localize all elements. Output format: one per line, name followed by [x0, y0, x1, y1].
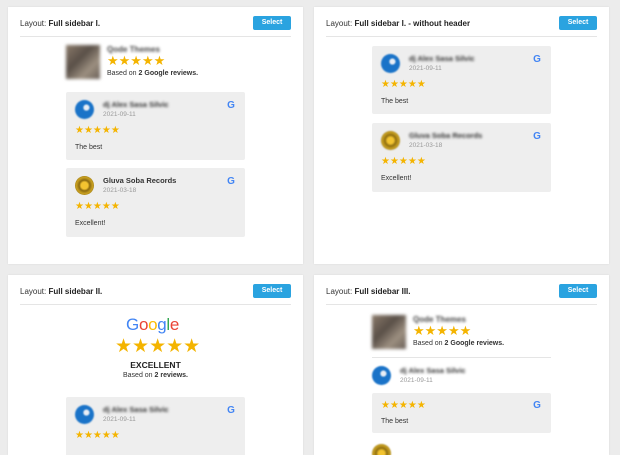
divider: [20, 36, 291, 37]
reviewer-avatar: [75, 176, 94, 195]
review-stars: ★★★★★: [381, 156, 426, 167]
reviewer-name: Gluva Soba Records: [409, 131, 483, 140]
select-button[interactable]: Select: [253, 16, 291, 30]
summary-stars: ★★★★★: [107, 53, 166, 68]
reviewer-avatar: [75, 100, 94, 119]
business-summary: Qode Themes ★★★★★ Based on 2 Google revi…: [372, 315, 572, 351]
layout-panel-full-sidebar-2: Layout: Full sidebar II. Select Google ★…: [8, 275, 303, 455]
business-photo: [372, 315, 406, 349]
review-stars: ★★★★★: [75, 430, 120, 441]
reviewer-avatar: [75, 405, 94, 424]
review-card: dj Alex Sasa Silvic 2021-09-11 G ★★★★★: [66, 397, 245, 455]
review-stars: ★★★★★: [75, 201, 120, 212]
divider: [372, 357, 551, 358]
rating-stars: ★★★★★: [115, 336, 201, 357]
business-summary: Qode Themes ★★★★★ Based on 2 Google revi…: [66, 45, 266, 81]
summary-stars: ★★★★★: [413, 323, 472, 338]
layout-panel-full-sidebar-1-no-header: Layout: Full sidebar I. - without header…: [314, 7, 609, 264]
layout-prefix: Layout:: [326, 19, 353, 28]
review-text: The best: [381, 98, 409, 105]
reviewer-row: [372, 441, 551, 455]
reviewer-avatar: [372, 444, 391, 455]
review-text: The best: [381, 418, 409, 425]
layout-label: Layout: Full sidebar I.: [20, 16, 291, 36]
review-stars: ★★★★★: [381, 79, 426, 90]
google-g-icon: G: [533, 131, 541, 142]
review-date: 2021-03-18: [409, 142, 443, 149]
google-g-icon: G: [533, 400, 541, 411]
layout-panel-full-sidebar-1: Layout: Full sidebar I. Select Qode Them…: [8, 7, 303, 264]
review-text: The best: [75, 144, 103, 151]
select-button[interactable]: Select: [559, 284, 597, 298]
select-button[interactable]: Select: [253, 284, 291, 298]
divider: [20, 304, 291, 305]
reviewer-name: Gluva Soba Records: [103, 176, 177, 185]
review-card: dj Alex Sasa Silvic 2021-09-11 G ★★★★★ T…: [372, 46, 551, 114]
business-photo: [66, 45, 100, 79]
layout-name: Full sidebar I. - without header: [354, 19, 471, 28]
layout-name: Full sidebar I.: [48, 19, 101, 28]
layout-label: Layout: Full sidebar I. - without header: [326, 16, 597, 36]
google-logo: Google: [126, 315, 179, 335]
reviewer-name: dj Alex Sasa Silvic: [103, 100, 169, 109]
review-card: G ★★★★★ The best: [372, 393, 551, 433]
rating-word: EXCELLENT: [130, 360, 181, 370]
review-card: dj Alex Sasa Silvic 2021-09-11 G ★★★★★ T…: [66, 92, 245, 160]
review-stars: ★★★★★: [75, 125, 120, 136]
reviewer-name: dj Alex Sasa Silvic: [409, 54, 475, 63]
review-text: Excellent!: [381, 175, 412, 182]
google-logo-letter: e: [169, 315, 180, 334]
layout-prefix: Layout:: [326, 287, 353, 296]
layout-prefix: Layout:: [20, 19, 47, 28]
google-logo-letter: G: [126, 315, 139, 334]
reviewer-avatar: [381, 131, 400, 150]
review-date: 2021-09-11: [409, 65, 442, 72]
select-button[interactable]: Select: [559, 16, 597, 30]
layout-name: Full sidebar III.: [354, 287, 411, 296]
based-on-text: Based on 2 Google reviews.: [107, 70, 199, 77]
layout-panel-full-sidebar-3: Layout: Full sidebar III. Select Qode Th…: [314, 275, 609, 455]
review-card: Gluva Soba Records 2021-03-18 G ★★★★★ Ex…: [372, 123, 551, 192]
review-stars: ★★★★★: [381, 400, 426, 411]
reviewer-name: dj Alex Sasa Silvic: [103, 405, 169, 414]
based-on-text: Based on 2 reviews.: [122, 372, 188, 379]
divider: [326, 304, 597, 305]
reviewer-name: dj Alex Sasa Silvic: [400, 366, 466, 375]
google-g-icon: G: [227, 100, 235, 111]
google-logo-letter: o: [148, 315, 158, 334]
based-on-text: Based on 2 Google reviews.: [413, 340, 505, 347]
divider: [326, 36, 597, 37]
layout-prefix: Layout:: [20, 287, 47, 296]
review-text: Excellent!: [75, 220, 106, 227]
google-g-icon: G: [227, 405, 235, 416]
review-date: 2021-03-18: [103, 187, 137, 194]
google-logo-letter: o: [138, 315, 149, 334]
google-logo-letter: g: [157, 315, 167, 334]
layout-label: Layout: Full sidebar III.: [326, 284, 597, 304]
layout-name: Full sidebar II.: [48, 287, 103, 296]
reviewer-avatar: [381, 54, 400, 73]
layout-label: Layout: Full sidebar II.: [20, 284, 291, 304]
reviewer-row: dj Alex Sasa Silvic 2021-09-11: [372, 363, 551, 387]
reviewer-avatar: [372, 366, 391, 385]
review-date: 2021-09-11: [103, 416, 136, 423]
review-card: Gluva Soba Records 2021-03-18 G ★★★★★ Ex…: [66, 168, 245, 237]
review-date: 2021-09-11: [103, 111, 136, 118]
google-g-icon: G: [227, 176, 235, 187]
google-g-icon: G: [533, 54, 541, 65]
review-date: 2021-09-11: [400, 377, 433, 384]
